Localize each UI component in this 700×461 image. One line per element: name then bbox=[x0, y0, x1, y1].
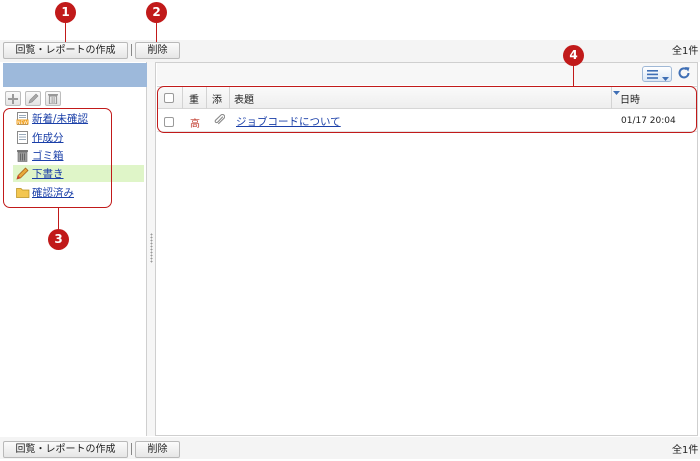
callout-4-leader bbox=[573, 66, 574, 86]
splitter-grip[interactable] bbox=[150, 233, 153, 263]
trash-icon bbox=[46, 92, 60, 105]
total-count-bottom: 全1件 bbox=[672, 445, 699, 456]
callout-1-leader bbox=[65, 22, 66, 42]
toolbar-separator bbox=[131, 44, 132, 56]
total-count: 全1件 bbox=[672, 46, 699, 57]
callout-2: 2 bbox=[146, 2, 167, 23]
plus-icon bbox=[6, 92, 20, 105]
refresh-icon bbox=[677, 67, 691, 83]
callout-3-leader bbox=[58, 208, 59, 230]
edit-folder-button[interactable] bbox=[25, 91, 41, 106]
callout-1: 1 bbox=[55, 2, 76, 23]
delete-button[interactable]: 削除 bbox=[135, 42, 180, 59]
pencil-icon bbox=[26, 92, 40, 105]
create-circulation-button[interactable]: 回覧・レポートの作成 bbox=[3, 42, 128, 59]
delete-folder-button[interactable] bbox=[45, 91, 61, 106]
callout-3: 3 bbox=[48, 229, 69, 250]
callout-3-highlight bbox=[3, 108, 112, 208]
callout-4-highlight bbox=[157, 86, 697, 133]
create-circulation-button-bottom[interactable]: 回覧・レポートの作成 bbox=[3, 441, 128, 458]
callout-2-leader bbox=[156, 22, 157, 42]
callout-4: 4 bbox=[563, 45, 584, 66]
view-options-dropdown[interactable] bbox=[642, 66, 672, 82]
chevron-down-icon bbox=[662, 73, 669, 84]
list-menu-icon bbox=[647, 70, 658, 82]
grid-top-bar bbox=[157, 63, 697, 85]
refresh-button[interactable] bbox=[677, 66, 693, 82]
folder-pane-header bbox=[3, 63, 147, 87]
add-folder-button[interactable] bbox=[5, 91, 21, 106]
delete-button-bottom[interactable]: 削除 bbox=[135, 441, 180, 458]
toolbar-separator bbox=[131, 443, 132, 455]
